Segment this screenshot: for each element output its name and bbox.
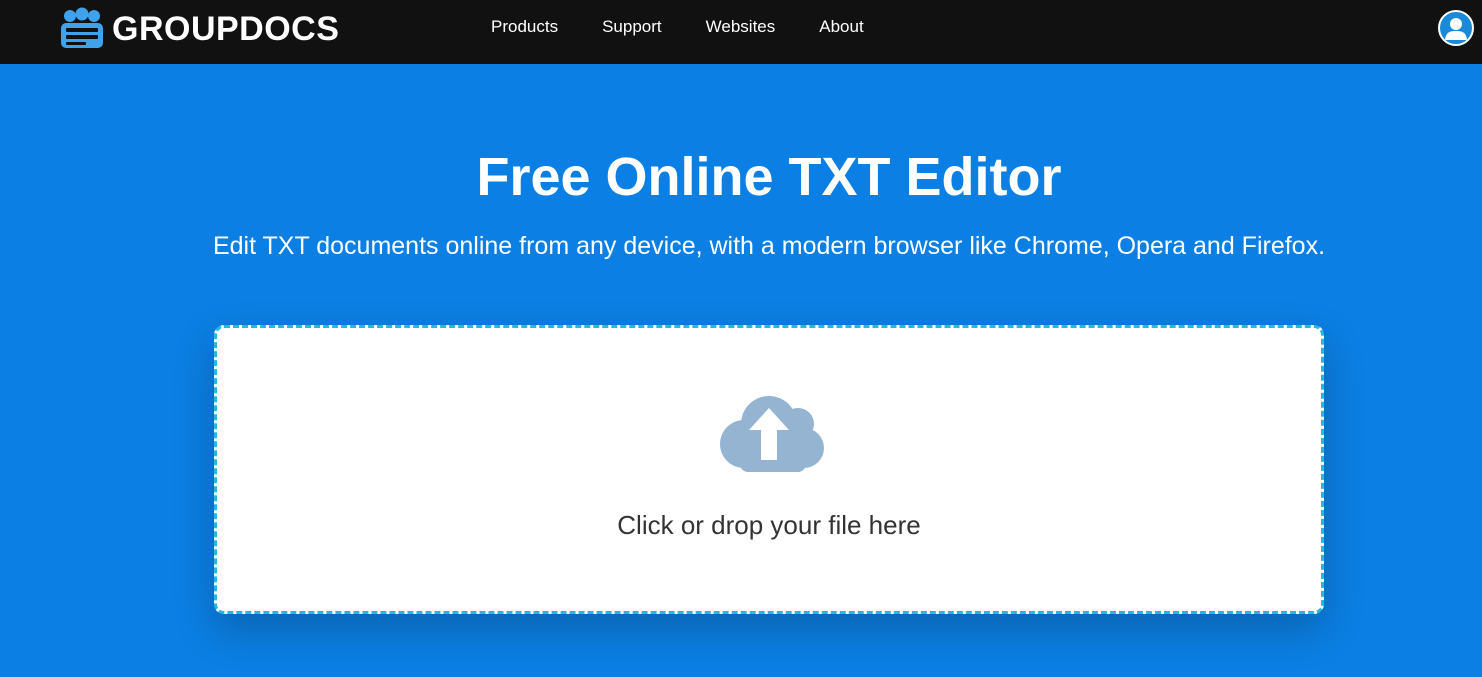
main-nav: Products Support Websites About — [469, 0, 886, 54]
top-navbar: GROUPDOCS Products Support Websites Abou… — [0, 0, 1482, 64]
file-dropzone[interactable]: Click or drop your file here — [214, 325, 1324, 614]
user-account-button[interactable] — [1438, 10, 1474, 46]
nav-support-link[interactable]: Support — [580, 0, 684, 54]
page-title: Free Online TXT Editor — [476, 147, 1062, 207]
groupdocs-logo-icon — [61, 7, 103, 48]
nav-about-link[interactable]: About — [797, 0, 885, 54]
logo-text: GROUPDOCS — [112, 10, 340, 48]
nav-websites-link[interactable]: Websites — [684, 0, 798, 54]
user-icon — [1445, 18, 1467, 40]
groupdocs-logo[interactable]: GROUPDOCS — [58, 7, 339, 51]
cloud-upload-icon — [720, 396, 824, 472]
page-subtitle: Edit TXT documents online from any devic… — [212, 232, 1326, 260]
dropzone-label: Click or drop your file here — [617, 510, 921, 540]
nav-products-link[interactable]: Products — [469, 0, 580, 54]
